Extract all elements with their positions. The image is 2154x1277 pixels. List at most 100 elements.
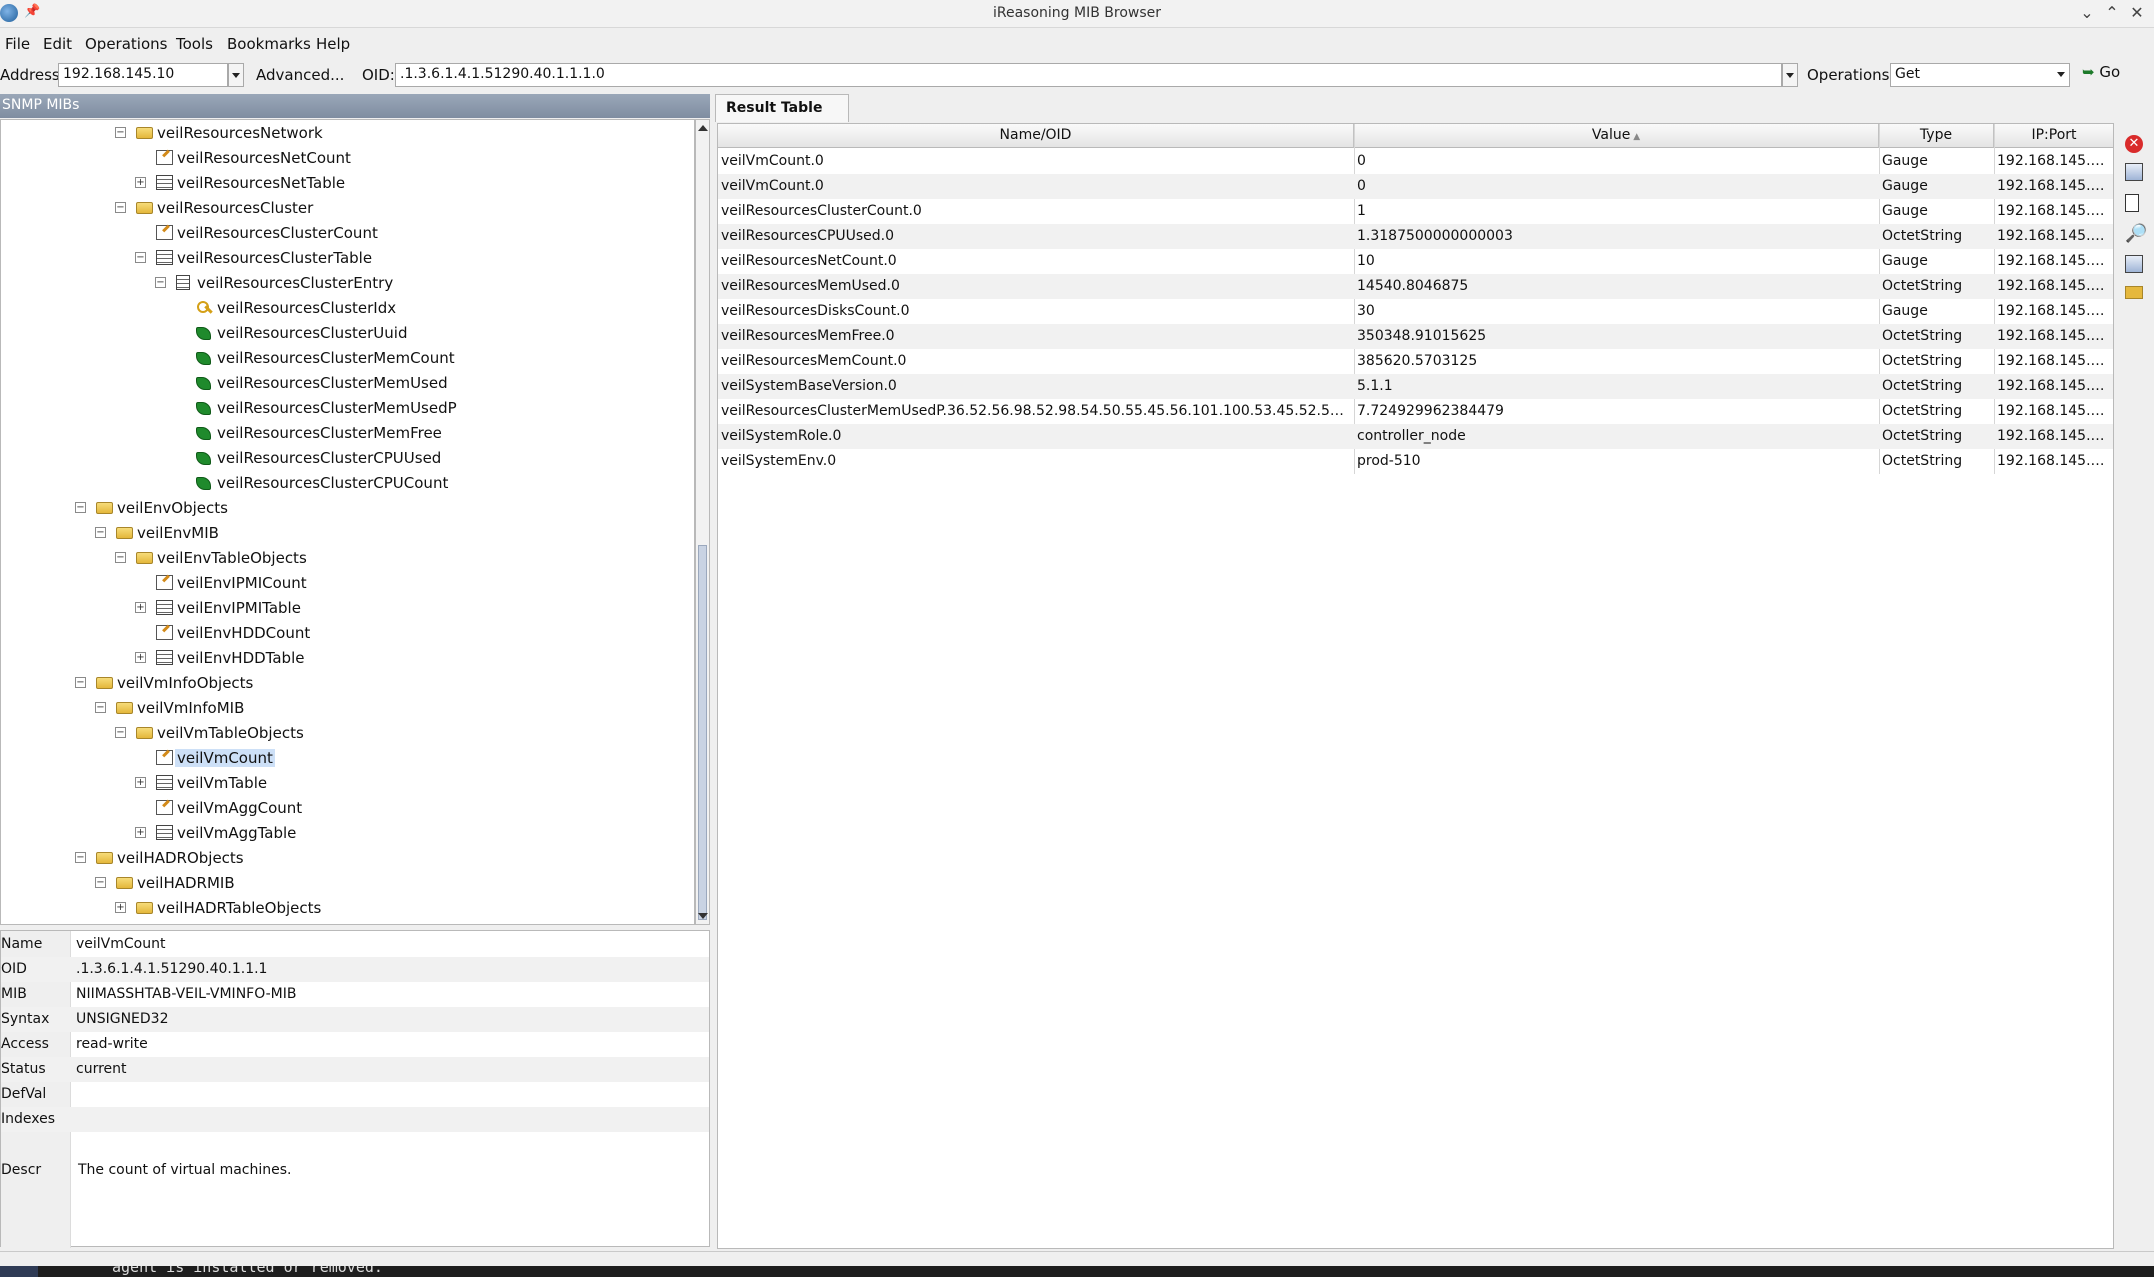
collapse-icon[interactable]: − xyxy=(115,127,126,138)
scroll-thumb[interactable] xyxy=(698,545,707,920)
menu-file[interactable]: File xyxy=(5,35,30,53)
address-dropdown-button[interactable] xyxy=(228,63,244,87)
cell-ip-port: 192.168.145.10:... xyxy=(1997,428,2111,444)
maximize-chevron-up-icon[interactable]: ⌃ xyxy=(2100,3,2124,22)
leaf-icon xyxy=(196,377,211,390)
table-row[interactable]: veilResourcesCPUUsed.0 1.3187500000000003… xyxy=(718,224,2113,249)
address-input[interactable]: 192.168.145.10 xyxy=(58,63,228,87)
table-row[interactable]: veilResourcesMemCount.0 385620.5703125 Oct… xyxy=(718,349,2113,374)
property-row: MIB NIIMASSHTAB-VEIL-VMINFO-MIB xyxy=(1,982,709,1007)
expand-icon[interactable]: + xyxy=(135,652,146,663)
table-row[interactable]: veilResourcesDisksCount.0 30 Gauge 192.168.… xyxy=(718,299,2113,324)
advanced-button[interactable]: Advanced... xyxy=(256,66,344,84)
cell-ip-port: 192.168.145.10:... xyxy=(1997,378,2111,394)
property-row: Name veilVmCount xyxy=(1,932,709,957)
table-row[interactable]: veilSystemEnv.0 prod-510 OctetString 192.16… xyxy=(718,449,2113,474)
tree-node-label: veilResourcesNetTable xyxy=(177,174,346,192)
cell-ip-port: 192.168.145.10:... xyxy=(1997,328,2111,344)
address-label: Address: xyxy=(0,66,65,84)
minimize-chevron-down-icon[interactable]: ⌄ xyxy=(2075,3,2099,22)
collapse-icon[interactable]: − xyxy=(95,702,106,713)
new-document-icon[interactable] xyxy=(2125,194,2139,212)
folder-icon xyxy=(116,877,133,889)
folder-icon xyxy=(136,552,153,564)
table-icon xyxy=(156,250,173,265)
table-row[interactable]: veilResourcesMemFree.0 350348.91015625 Oct… xyxy=(718,324,2113,349)
collapse-icon[interactable]: − xyxy=(95,877,106,888)
scroll-down-arrow-icon[interactable] xyxy=(698,913,708,919)
menu-operations[interactable]: Operations xyxy=(85,35,167,53)
menu-tools[interactable]: Tools xyxy=(176,35,213,53)
collapse-icon[interactable]: − xyxy=(155,277,166,288)
title-bar: 📌 iReasoning MIB Browser ⌄ ⌃ ✕ xyxy=(0,0,2154,28)
table-row[interactable]: veilResourcesClusterMemUsedP.36.52.56.98… xyxy=(718,399,2113,424)
table-icon xyxy=(156,775,173,790)
table-row[interactable]: veilVmCount.0 0 Gauge 192.168.145.10:... xyxy=(718,149,2113,174)
table-row[interactable]: veilVmCount.0 0 Gauge 192.168.145.10:... xyxy=(718,174,2113,199)
scalar-icon xyxy=(156,625,173,640)
column-header-value[interactable]: Value ▲ xyxy=(1354,124,1879,148)
tree-node-label: veilResourcesClusterEntry xyxy=(197,274,394,292)
menu-edit[interactable]: Edit xyxy=(43,35,72,53)
oid-input[interactable]: .1.3.6.1.4.1.51290.40.1.1.1.0 xyxy=(395,63,1782,87)
tree-node-label: veilEnvHDDCount xyxy=(177,624,311,642)
oid-label: OID: xyxy=(362,66,395,84)
close-window-icon[interactable]: ✕ xyxy=(2125,3,2149,22)
cell-type: Gauge xyxy=(1882,253,1928,269)
cell-type: Gauge xyxy=(1882,203,1928,219)
collapse-icon[interactable]: − xyxy=(75,852,86,863)
table-row[interactable]: veilResourcesMemUsed.0 14540.8046875 Octet… xyxy=(718,274,2113,299)
column-header-name-oid[interactable]: Name/OID xyxy=(718,124,1354,148)
search-icon[interactable]: 🔎 xyxy=(2125,223,2147,244)
collapse-icon[interactable]: − xyxy=(95,527,106,538)
column-header-ip-port[interactable]: IP:Port xyxy=(1994,124,2113,148)
export-icon[interactable] xyxy=(2125,255,2143,273)
menu-bookmarks[interactable]: Bookmarks xyxy=(227,35,311,53)
cell-ip-port: 192.168.145.10:... xyxy=(1997,303,2111,319)
table-row[interactable]: veilResourcesNetCount.0 10 Gauge 192.168.14… xyxy=(718,249,2113,274)
cell-type: Gauge xyxy=(1882,303,1928,319)
folder-icon xyxy=(96,677,113,689)
tree-scrollbar[interactable] xyxy=(695,119,710,925)
go-button[interactable]: ➥ Go xyxy=(2082,63,2120,87)
cell-ip-port: 192.168.145.10:... xyxy=(1997,203,2111,219)
expand-icon[interactable]: + xyxy=(135,177,146,188)
mib-tree[interactable]: − veilResourcesNetwork veilResourcesNetCou… xyxy=(0,119,695,925)
operations-dropdown-button[interactable] xyxy=(2054,63,2070,87)
oid-dropdown-button[interactable] xyxy=(1782,63,1798,87)
result-table[interactable]: Name/OID Value ▲ Type IP:Port veilVmCoun… xyxy=(717,123,2114,1249)
clear-table-icon[interactable] xyxy=(2125,163,2143,181)
expand-icon[interactable]: + xyxy=(115,902,126,913)
collapse-icon[interactable]: − xyxy=(115,727,126,738)
column-header-type[interactable]: Type xyxy=(1879,124,1994,148)
cell-type: OctetString xyxy=(1882,228,1963,244)
scalar-icon xyxy=(156,575,173,590)
collapse-icon[interactable]: − xyxy=(115,552,126,563)
table-row[interactable]: veilResourcesClusterCount.0 1 Gauge 192.168… xyxy=(718,199,2113,224)
collapse-icon[interactable]: − xyxy=(115,202,126,213)
scalar-icon xyxy=(156,800,173,815)
cell-type: OctetString xyxy=(1882,378,1963,394)
tree-node-label: veilVmAggTable xyxy=(177,824,297,842)
tab-result-table[interactable]: Result Table xyxy=(715,94,849,122)
scroll-up-arrow-icon[interactable] xyxy=(698,125,708,131)
cell-ip-port: 192.168.145.10:... xyxy=(1997,403,2111,419)
menu-help[interactable]: Help xyxy=(316,35,350,53)
result-side-toolbar: ✕ 🔎 xyxy=(2116,123,2154,1249)
cell-type: OctetString xyxy=(1882,278,1963,294)
table-row[interactable]: veilSystemRole.0 controller_node OctetStri… xyxy=(718,424,2113,449)
open-folder-icon[interactable] xyxy=(2125,286,2143,299)
operations-select[interactable]: Get xyxy=(1890,63,2070,87)
cell-value: 14540.8046875 xyxy=(1357,278,1469,294)
collapse-icon[interactable]: − xyxy=(135,252,146,263)
cell-ip-port: 192.168.145.10:... xyxy=(1997,178,2111,194)
cell-type: Gauge xyxy=(1882,153,1928,169)
collapse-icon[interactable]: − xyxy=(75,677,86,688)
expand-icon[interactable]: + xyxy=(135,827,146,838)
leaf-icon xyxy=(196,402,211,415)
expand-icon[interactable]: + xyxy=(135,777,146,788)
table-row[interactable]: veilSystemBaseVersion.0 5.1.1 OctetString 1… xyxy=(718,374,2113,399)
expand-icon[interactable]: + xyxy=(135,602,146,613)
stop-icon[interactable]: ✕ xyxy=(2125,135,2143,153)
collapse-icon[interactable]: − xyxy=(75,502,86,513)
